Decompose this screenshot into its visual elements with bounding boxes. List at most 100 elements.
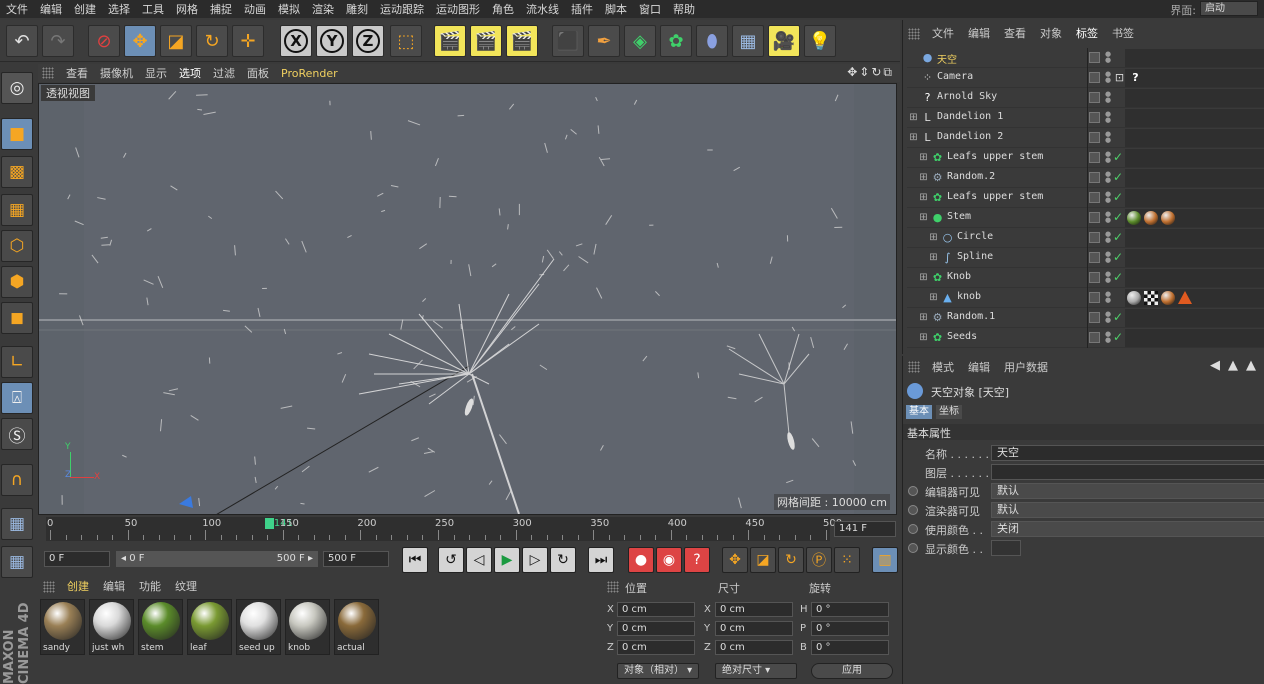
expand-toggle-icon[interactable]: ⊞ (907, 111, 920, 124)
material-tag-icon[interactable] (1127, 291, 1141, 305)
attribute-value-field[interactable] (991, 540, 1021, 556)
visibility-dots-icon[interactable]: ● ● (1105, 271, 1111, 285)
enabled-check-icon[interactable]: ✓ (1113, 170, 1123, 184)
object-name[interactable]: Random.2 (947, 171, 995, 182)
object-name[interactable]: Spline (957, 251, 993, 262)
tab-coordinates[interactable]: 坐标 (936, 405, 962, 419)
expand-toggle-icon[interactable]: ⊞ (927, 251, 940, 264)
position-field[interactable]: 0 cm (617, 640, 695, 655)
menu-item[interactable]: 工具 (136, 1, 170, 17)
next-key-button[interactable]: ↻ (550, 547, 576, 573)
object-row[interactable]: ⊞ ○ Circle ● ● ✓ (907, 228, 1264, 248)
material-swatch[interactable]: seed up (236, 599, 281, 655)
cube-button[interactable]: ⬛ (552, 25, 584, 57)
light-button[interactable]: 💡 (804, 25, 836, 57)
enabled-check-icon[interactable]: ✓ (1113, 250, 1123, 264)
animate-radio-icon[interactable] (908, 543, 918, 553)
render-settings-button[interactable]: 🎬 (506, 25, 538, 57)
attribute-menu-edit[interactable]: 编辑 (961, 359, 997, 375)
object-name[interactable]: Random.1 (947, 311, 995, 322)
key-rotation-button[interactable]: ↻ (778, 547, 804, 573)
previous-frame-button[interactable]: ◁ (466, 547, 492, 573)
rotation-field[interactable]: 0 ° (811, 621, 889, 636)
viewport-menu-prorender[interactable]: ProRender (275, 67, 344, 80)
layout-select[interactable]: 启动 (1200, 1, 1258, 16)
visibility-dots-icon[interactable]: ● ● (1105, 191, 1111, 205)
menu-item[interactable]: 选择 (102, 1, 136, 17)
workplane-align-button[interactable]: ▦ (1, 546, 33, 578)
camera-target-icon[interactable]: ⊡ (1113, 71, 1126, 84)
maximize-view-icon[interactable]: ⧉ (883, 65, 894, 79)
visibility-dots-icon[interactable]: ● ● (1105, 111, 1111, 125)
texture-mode-button[interactable]: ▩ (1, 156, 33, 188)
viewport-menu-panel[interactable]: 面板 (241, 65, 275, 81)
menu-item[interactable]: 流水线 (520, 1, 565, 17)
object-menu-bookmarks[interactable]: 书签 (1105, 25, 1141, 41)
position-field[interactable]: 0 cm (617, 621, 695, 636)
coordinate-system-button[interactable]: ⬚ (390, 25, 422, 57)
menu-item[interactable]: 雕刻 (340, 1, 374, 17)
play-button[interactable]: ▶ (494, 547, 520, 573)
panel-grip-icon[interactable] (42, 67, 54, 79)
object-row[interactable]: ● 天空 ● ● (907, 48, 1264, 68)
visibility-dots-icon[interactable]: ● ● (1105, 211, 1111, 225)
visibility-dots-icon[interactable]: ● ● (1105, 151, 1111, 165)
phong-tag-icon[interactable] (1178, 291, 1192, 304)
y-axis-lock-button[interactable]: Y (316, 25, 348, 57)
layer-visibility-icon[interactable] (1089, 272, 1100, 283)
record-keys-button[interactable]: ● (628, 547, 654, 573)
attribute-menu-userdata[interactable]: 用户数据 (997, 359, 1055, 375)
menu-item[interactable]: 窗口 (633, 1, 667, 17)
key-scale-button[interactable]: ◪ (750, 547, 776, 573)
z-axis-lock-button[interactable]: Z (352, 25, 384, 57)
object-row[interactable]: ? Arnold Sky ● ● (907, 88, 1264, 108)
layer-visibility-icon[interactable] (1089, 292, 1100, 303)
menu-item[interactable]: 创建 (68, 1, 102, 17)
expand-toggle-icon[interactable]: ⊞ (917, 211, 930, 224)
visibility-dots-icon[interactable]: ● ● (1105, 71, 1111, 85)
perspective-viewport[interactable]: 透视视图 Y X Z 网格间距 : 10000 cm (38, 83, 897, 515)
render-view-button[interactable]: 🎬 (434, 25, 466, 57)
undo-button[interactable]: ↶ (6, 25, 38, 57)
size-field[interactable]: 0 cm (715, 621, 793, 636)
tab-basic[interactable]: 基本 (906, 405, 932, 419)
object-menu-objects[interactable]: 对象 (1033, 25, 1069, 41)
playhead[interactable] (264, 518, 274, 529)
texture-tag-icon[interactable] (1144, 291, 1158, 305)
material-swatch[interactable]: leaf (187, 599, 232, 655)
attribute-value-field[interactable]: 默认 (991, 483, 1264, 499)
redo-button[interactable]: ↷ (42, 25, 74, 57)
menu-item[interactable]: 运动跟踪 (374, 1, 430, 17)
visibility-dots-icon[interactable]: ● ● (1105, 231, 1111, 245)
cloner-button[interactable]: ✿ (660, 25, 692, 57)
object-row[interactable]: ⊞ ● Stem ● ● ✓ (907, 208, 1264, 228)
visibility-dots-icon[interactable]: ● ● (1105, 51, 1111, 65)
rotation-field[interactable]: 0 ° (811, 602, 889, 617)
object-name[interactable]: Knob (947, 271, 971, 282)
pen-button[interactable]: ✒ (588, 25, 620, 57)
question-tag-icon[interactable]: ? (1129, 71, 1142, 84)
go-to-end-button[interactable]: ⏭ (588, 547, 614, 573)
pan-view-icon[interactable]: ✥ (847, 65, 859, 79)
object-row[interactable]: ⊞ ∫ Spline ● ● ✓ (907, 248, 1264, 268)
object-row[interactable]: ⊞ ⚙ Random.1 ● ● ✓ (907, 308, 1264, 328)
animate-radio-icon[interactable] (908, 524, 918, 534)
rotation-field[interactable]: 0 ° (811, 640, 889, 655)
menu-item[interactable]: 插件 (565, 1, 599, 17)
object-name[interactable]: knob (957, 291, 981, 302)
object-row[interactable]: ⁘ Camera ● ● ⊡? (907, 68, 1264, 88)
animate-radio-icon[interactable] (908, 486, 918, 496)
attribute-menu-mode[interactable]: 模式 (925, 359, 961, 375)
enabled-check-icon[interactable]: ✓ (1113, 270, 1123, 284)
visibility-dots-icon[interactable]: ● ● (1105, 331, 1111, 345)
move-tool-button[interactable]: ✥ (124, 25, 156, 57)
layer-visibility-icon[interactable] (1089, 212, 1100, 223)
enabled-check-icon[interactable]: ✓ (1113, 310, 1123, 324)
animate-radio-icon[interactable] (908, 505, 918, 515)
workplane-lock-button[interactable]: ▦ (1, 508, 33, 540)
material-menu-edit[interactable]: 编辑 (96, 578, 132, 594)
layer-visibility-icon[interactable] (1089, 332, 1100, 343)
layer-visibility-icon[interactable] (1089, 72, 1100, 83)
rotate-tool-button[interactable]: ↻ (196, 25, 228, 57)
object-name[interactable]: Dandelion 2 (937, 131, 1003, 142)
